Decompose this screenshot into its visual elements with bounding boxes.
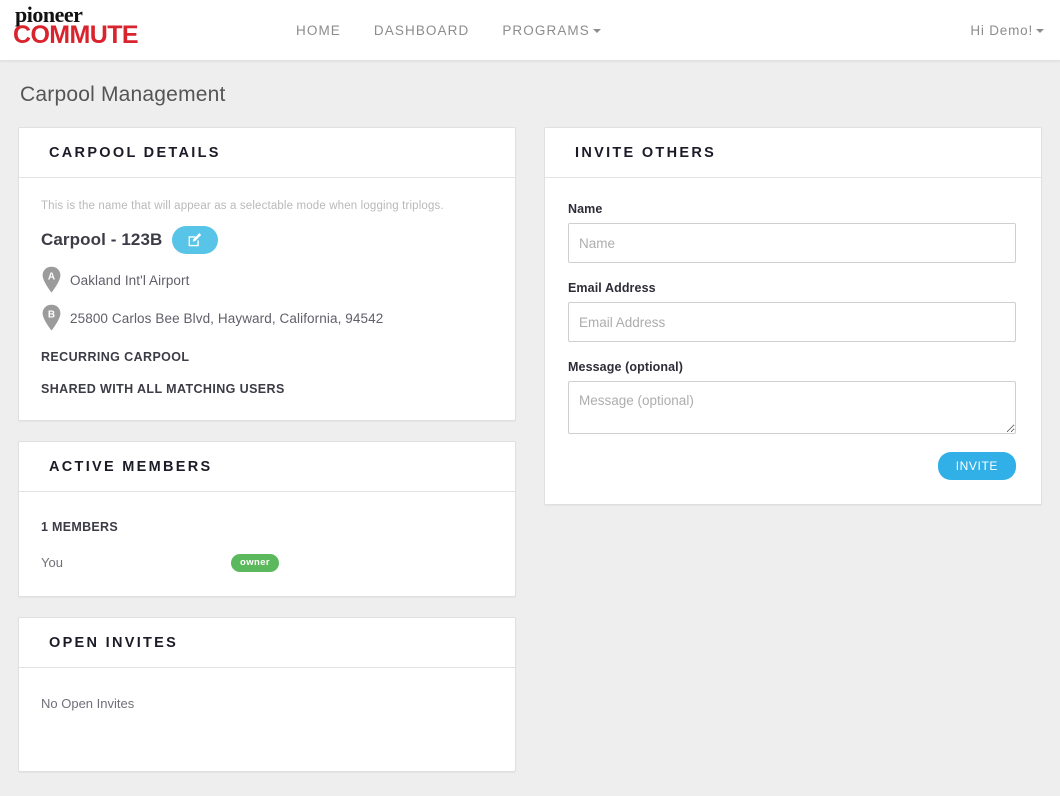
location-row-a: A Oakland Int'l Airport bbox=[41, 266, 493, 294]
open-invites-header: OPEN INVITES bbox=[19, 618, 515, 668]
top-navbar: pioneer COMMUTE HOME DASHBOARD PROGRAMS … bbox=[0, 0, 1060, 61]
map-pin-icon: B bbox=[42, 304, 61, 331]
member-name: You bbox=[41, 555, 63, 571]
nav-link-dashboard[interactable]: DASHBOARD bbox=[374, 23, 469, 38]
carpool-details-body: This is the name that will appear as a s… bbox=[19, 178, 515, 420]
invite-actions: INVITE bbox=[568, 452, 1016, 502]
invite-others-body: Name Email Address Message (optional) IN… bbox=[545, 178, 1041, 504]
email-input[interactable] bbox=[568, 302, 1016, 342]
edit-carpool-name-button[interactable] bbox=[172, 226, 219, 254]
left-column: CARPOOL DETAILS This is the name that wi… bbox=[18, 127, 516, 792]
invite-others-header: INVITE OTHERS bbox=[545, 128, 1041, 178]
email-field-group: Email Address bbox=[568, 281, 1016, 342]
active-members-card: ACTIVE MEMBERS 1 MEMBERS You owner bbox=[18, 441, 516, 597]
page-title: Carpool Management bbox=[20, 83, 226, 106]
message-textarea[interactable] bbox=[568, 381, 1016, 434]
sharing-flag: SHARED WITH ALL MATCHING USERS bbox=[41, 382, 285, 396]
nav-link-home[interactable]: HOME bbox=[296, 23, 341, 38]
carpool-name-row: Carpool - 123B bbox=[41, 226, 493, 254]
message-field-group: Message (optional) bbox=[568, 360, 1016, 434]
invite-others-title: INVITE OTHERS bbox=[575, 145, 717, 161]
main-nav: HOME DASHBOARD PROGRAMS bbox=[296, 0, 601, 61]
member-role-badge: owner bbox=[231, 554, 279, 572]
open-invites-title: OPEN INVITES bbox=[49, 634, 179, 651]
active-members-title: ACTIVE MEMBERS bbox=[49, 459, 213, 475]
edit-pencil-icon bbox=[188, 233, 202, 247]
location-address-b: 25800 Carlos Bee Blvd, Hayward, Californ… bbox=[70, 311, 384, 326]
location-row-b: B 25800 Carlos Bee Blvd, Hayward, Califo… bbox=[41, 304, 493, 332]
location-address-a: Oakland Int'l Airport bbox=[70, 273, 190, 288]
open-invites-empty-text: No Open Invites bbox=[41, 695, 135, 711]
map-pin-letter: A bbox=[48, 271, 55, 282]
carpool-name-value: Carpool - 123B bbox=[41, 230, 163, 249]
active-members-header: ACTIVE MEMBERS bbox=[19, 442, 515, 492]
carpool-details-card: CARPOOL DETAILS This is the name that wi… bbox=[18, 127, 516, 421]
nav-link-programs-label: PROGRAMS bbox=[502, 23, 590, 38]
name-field-label: Name bbox=[568, 202, 603, 216]
brand-logo[interactable]: pioneer COMMUTE bbox=[13, 4, 163, 48]
member-list-item: You owner bbox=[41, 554, 493, 572]
content-container: CARPOOL DETAILS This is the name that wi… bbox=[0, 107, 1060, 792]
user-menu-area: Hi Demo! bbox=[970, 0, 1044, 61]
user-menu-label: Hi Demo! bbox=[970, 23, 1033, 38]
chevron-down-icon bbox=[1036, 29, 1044, 33]
invite-submit-button[interactable]: INVITE bbox=[937, 452, 1016, 480]
open-invites-body: No Open Invites bbox=[19, 668, 515, 771]
nav-link-programs[interactable]: PROGRAMS bbox=[502, 23, 601, 38]
map-pin-letter: B bbox=[48, 309, 55, 320]
chevron-down-icon bbox=[592, 29, 601, 33]
right-column: INVITE OTHERS Name Email Address Message… bbox=[544, 127, 1042, 792]
brand-logo-line2: COMMUTE bbox=[13, 21, 139, 49]
open-invites-card: OPEN INVITES No Open Invites bbox=[18, 616, 516, 772]
recurring-carpool-flag: RECURRING CARPOOL bbox=[41, 350, 190, 364]
name-field-group: Name bbox=[568, 202, 1016, 263]
message-field-label: Message (optional) bbox=[568, 360, 684, 374]
members-count-label: 1 MEMBERS bbox=[41, 520, 119, 534]
active-members-body: 1 MEMBERS You owner bbox=[19, 492, 515, 596]
carpool-details-header: CARPOOL DETAILS bbox=[19, 128, 515, 178]
invite-others-card: INVITE OTHERS Name Email Address Message… bbox=[544, 127, 1042, 505]
user-menu-button[interactable]: Hi Demo! bbox=[970, 23, 1044, 38]
carpool-name-hint: This is the name that will appear as a s… bbox=[41, 200, 444, 212]
carpool-details-title: CARPOOL DETAILS bbox=[49, 145, 221, 161]
map-pin-icon: A bbox=[42, 266, 61, 293]
name-input[interactable] bbox=[568, 223, 1016, 263]
email-field-label: Email Address bbox=[568, 281, 656, 295]
